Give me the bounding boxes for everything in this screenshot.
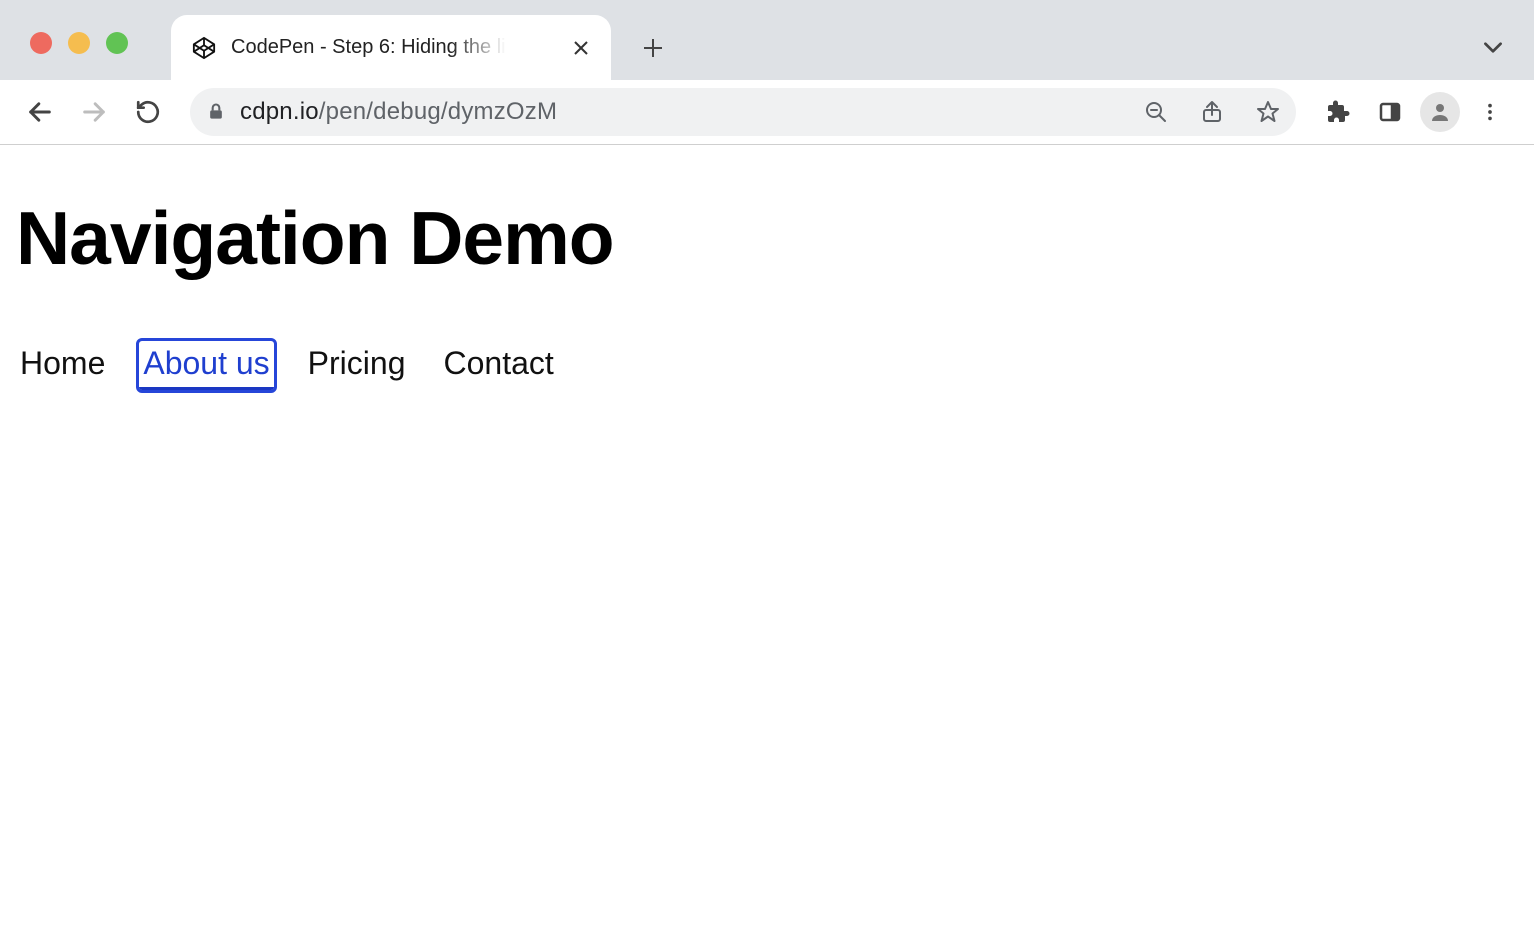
side-panel-button[interactable]	[1368, 90, 1412, 134]
nav-link-contact[interactable]: Contact	[439, 341, 557, 390]
nav-link-home[interactable]: Home	[16, 341, 109, 390]
codepen-icon	[191, 35, 217, 61]
profile-button[interactable]	[1420, 92, 1460, 132]
extensions-button[interactable]	[1316, 90, 1360, 134]
forward-button[interactable]	[72, 90, 116, 134]
window-zoom-button[interactable]	[106, 32, 128, 54]
browser-chrome: CodePen - Step 6: Hiding the li	[0, 0, 1534, 145]
url-path: /pen/debug/dymzOzM	[319, 98, 557, 125]
nav-link-pricing[interactable]: Pricing	[304, 341, 410, 390]
page-title: Navigation Demo	[16, 195, 1518, 281]
window-close-button[interactable]	[30, 32, 52, 54]
window-minimize-button[interactable]	[68, 32, 90, 54]
tab-list-button[interactable]	[1480, 34, 1506, 60]
back-button[interactable]	[18, 90, 62, 134]
main-nav: Home About us Pricing Contact	[16, 341, 1518, 390]
menu-button[interactable]	[1468, 90, 1512, 134]
tab-title: CodePen - Step 6: Hiding the li	[231, 36, 506, 59]
bookmark-icon[interactable]	[1256, 100, 1280, 124]
tab-strip: CodePen - Step 6: Hiding the li	[0, 0, 1534, 80]
browser-tab[interactable]: CodePen - Step 6: Hiding the li	[171, 15, 611, 80]
toolbar-right	[1316, 90, 1516, 134]
url-text: cdpn.io/pen/debug/dymzOzM	[240, 98, 557, 126]
lock-icon	[206, 102, 226, 122]
zoom-icon[interactable]	[1144, 100, 1168, 124]
window-controls	[30, 32, 128, 54]
reload-button[interactable]	[126, 90, 170, 134]
share-icon[interactable]	[1200, 100, 1224, 124]
page-viewport: Navigation Demo Home About us Pricing Co…	[0, 145, 1534, 390]
new-tab-button[interactable]	[631, 26, 675, 70]
url-domain: cdpn.io	[240, 98, 319, 125]
address-bar[interactable]: cdpn.io/pen/debug/dymzOzM	[190, 88, 1296, 136]
close-tab-button[interactable]	[569, 36, 593, 60]
nav-link-about[interactable]: About us	[139, 341, 273, 390]
browser-toolbar: cdpn.io/pen/debug/dymzOzM	[0, 80, 1534, 144]
